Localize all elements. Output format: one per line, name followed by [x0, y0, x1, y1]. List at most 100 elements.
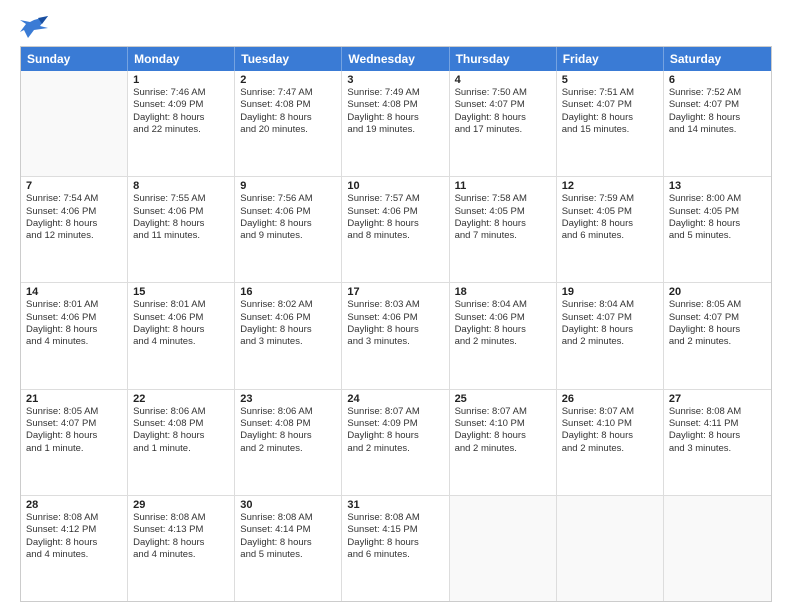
cell-info-line: Daylight: 8 hours: [562, 218, 658, 230]
cell-info-line: Sunrise: 7:49 AM: [347, 87, 443, 99]
calendar-cell: 4Sunrise: 7:50 AMSunset: 4:07 PMDaylight…: [450, 71, 557, 176]
day-number: 21: [26, 393, 122, 405]
cell-info-line: Daylight: 8 hours: [669, 112, 766, 124]
cell-info-line: Daylight: 8 hours: [133, 218, 229, 230]
cell-info-line: and 7 minutes.: [455, 230, 551, 242]
cell-info-line: and 2 minutes.: [562, 443, 658, 455]
day-number: 8: [133, 180, 229, 192]
cell-info-line: Sunset: 4:06 PM: [133, 312, 229, 324]
cell-info-line: Sunrise: 8:01 AM: [133, 299, 229, 311]
day-number: 20: [669, 286, 766, 298]
day-number: 7: [26, 180, 122, 192]
cell-info-line: Sunrise: 8:06 AM: [133, 406, 229, 418]
day-number: 12: [562, 180, 658, 192]
cell-info-line: and 2 minutes.: [240, 443, 336, 455]
day-number: 17: [347, 286, 443, 298]
cell-info-line: Daylight: 8 hours: [669, 430, 766, 442]
calendar-week-row: 28Sunrise: 8:08 AMSunset: 4:12 PMDayligh…: [21, 495, 771, 601]
cell-info-line: and 22 minutes.: [133, 124, 229, 136]
cell-info-line: Sunset: 4:06 PM: [26, 312, 122, 324]
cell-info-line: Sunset: 4:14 PM: [240, 524, 336, 536]
calendar-header-cell: Saturday: [664, 47, 771, 71]
cell-info-line: Sunrise: 8:01 AM: [26, 299, 122, 311]
cell-info-line: Sunrise: 8:06 AM: [240, 406, 336, 418]
calendar-cell: 25Sunrise: 8:07 AMSunset: 4:10 PMDayligh…: [450, 390, 557, 495]
cell-info-line: Sunset: 4:08 PM: [240, 99, 336, 111]
cell-info-line: Daylight: 8 hours: [133, 112, 229, 124]
cell-info-line: Sunrise: 7:58 AM: [455, 193, 551, 205]
cell-info-line: Daylight: 8 hours: [347, 430, 443, 442]
calendar-cell: 1Sunrise: 7:46 AMSunset: 4:09 PMDaylight…: [128, 71, 235, 176]
calendar-cell: 21Sunrise: 8:05 AMSunset: 4:07 PMDayligh…: [21, 390, 128, 495]
calendar-week-row: 21Sunrise: 8:05 AMSunset: 4:07 PMDayligh…: [21, 389, 771, 495]
cell-info-line: and 2 minutes.: [669, 336, 766, 348]
cell-info-line: Daylight: 8 hours: [455, 324, 551, 336]
calendar-cell: 15Sunrise: 8:01 AMSunset: 4:06 PMDayligh…: [128, 283, 235, 388]
cell-info-line: and 1 minute.: [133, 443, 229, 455]
cell-info-line: Daylight: 8 hours: [455, 218, 551, 230]
cell-info-line: and 14 minutes.: [669, 124, 766, 136]
cell-info-line: Sunrise: 7:59 AM: [562, 193, 658, 205]
cell-info-line: Sunset: 4:06 PM: [347, 312, 443, 324]
cell-info-line: Sunset: 4:06 PM: [347, 206, 443, 218]
calendar-cell: 7Sunrise: 7:54 AMSunset: 4:06 PMDaylight…: [21, 177, 128, 282]
day-number: 22: [133, 393, 229, 405]
cell-info-line: Sunset: 4:13 PM: [133, 524, 229, 536]
calendar-cell: 19Sunrise: 8:04 AMSunset: 4:07 PMDayligh…: [557, 283, 664, 388]
cell-info-line: Daylight: 8 hours: [133, 324, 229, 336]
cell-info-line: Sunrise: 7:50 AM: [455, 87, 551, 99]
calendar-cell: 6Sunrise: 7:52 AMSunset: 4:07 PMDaylight…: [664, 71, 771, 176]
calendar-cell: 20Sunrise: 8:05 AMSunset: 4:07 PMDayligh…: [664, 283, 771, 388]
day-number: 3: [347, 74, 443, 86]
cell-info-line: and 5 minutes.: [240, 549, 336, 561]
cell-info-line: Daylight: 8 hours: [133, 537, 229, 549]
cell-info-line: Sunset: 4:05 PM: [562, 206, 658, 218]
calendar-header-row: SundayMondayTuesdayWednesdayThursdayFrid…: [21, 47, 771, 71]
calendar-header-cell: Sunday: [21, 47, 128, 71]
cell-info-line: Daylight: 8 hours: [669, 218, 766, 230]
cell-info-line: Sunset: 4:10 PM: [455, 418, 551, 430]
cell-info-line: Sunset: 4:09 PM: [133, 99, 229, 111]
cell-info-line: Daylight: 8 hours: [240, 324, 336, 336]
cell-info-line: Daylight: 8 hours: [26, 218, 122, 230]
calendar-cell: [450, 496, 557, 601]
cell-info-line: Daylight: 8 hours: [562, 324, 658, 336]
cell-info-line: and 2 minutes.: [347, 443, 443, 455]
cell-info-line: Sunset: 4:15 PM: [347, 524, 443, 536]
logo: [20, 16, 52, 38]
cell-info-line: Sunset: 4:07 PM: [669, 99, 766, 111]
day-number: 6: [669, 74, 766, 86]
cell-info-line: Daylight: 8 hours: [240, 112, 336, 124]
cell-info-line: Sunrise: 7:52 AM: [669, 87, 766, 99]
day-number: 18: [455, 286, 551, 298]
calendar: SundayMondayTuesdayWednesdayThursdayFrid…: [20, 46, 772, 602]
cell-info-line: Sunrise: 8:07 AM: [347, 406, 443, 418]
calendar-cell: 5Sunrise: 7:51 AMSunset: 4:07 PMDaylight…: [557, 71, 664, 176]
cell-info-line: Sunrise: 7:55 AM: [133, 193, 229, 205]
calendar-cell: [557, 496, 664, 601]
cell-info-line: Sunset: 4:06 PM: [133, 206, 229, 218]
cell-info-line: and 4 minutes.: [26, 549, 122, 561]
cell-info-line: Daylight: 8 hours: [240, 430, 336, 442]
cell-info-line: Daylight: 8 hours: [455, 112, 551, 124]
calendar-cell: 17Sunrise: 8:03 AMSunset: 4:06 PMDayligh…: [342, 283, 449, 388]
cell-info-line: and 20 minutes.: [240, 124, 336, 136]
cell-info-line: Sunrise: 8:04 AM: [455, 299, 551, 311]
day-number: 1: [133, 74, 229, 86]
cell-info-line: Daylight: 8 hours: [669, 324, 766, 336]
cell-info-line: Sunset: 4:10 PM: [562, 418, 658, 430]
cell-info-line: and 3 minutes.: [347, 336, 443, 348]
day-number: 19: [562, 286, 658, 298]
calendar-header-cell: Friday: [557, 47, 664, 71]
cell-info-line: and 15 minutes.: [562, 124, 658, 136]
day-number: 15: [133, 286, 229, 298]
cell-info-line: Sunrise: 7:47 AM: [240, 87, 336, 99]
cell-info-line: and 4 minutes.: [133, 336, 229, 348]
cell-info-line: Sunrise: 8:05 AM: [26, 406, 122, 418]
calendar-cell: [664, 496, 771, 601]
calendar-cell: 8Sunrise: 7:55 AMSunset: 4:06 PMDaylight…: [128, 177, 235, 282]
calendar-cell: 27Sunrise: 8:08 AMSunset: 4:11 PMDayligh…: [664, 390, 771, 495]
cell-info-line: Daylight: 8 hours: [347, 324, 443, 336]
cell-info-line: Sunrise: 8:05 AM: [669, 299, 766, 311]
cell-info-line: Sunrise: 8:08 AM: [26, 512, 122, 524]
